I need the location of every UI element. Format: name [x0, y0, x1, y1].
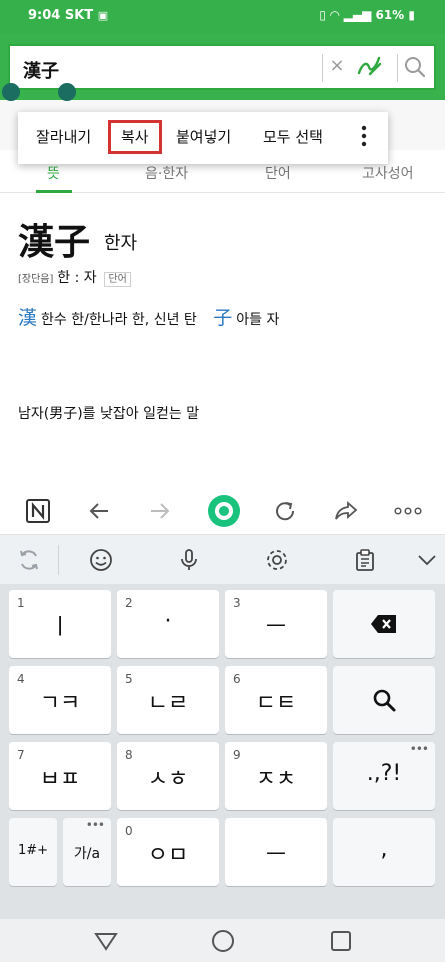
char2-hanja[interactable]: 子 [213, 307, 232, 329]
word-type-tag: 단어 [104, 272, 131, 287]
key-1[interactable]: 1 ㅣ [9, 590, 111, 658]
clear-icon[interactable]: × [327, 56, 347, 76]
divider [58, 545, 59, 575]
headword: 漢子 [18, 222, 91, 263]
punctuation-key[interactable]: ••• .,?! [333, 742, 435, 810]
recent-apps-icon[interactable] [327, 927, 355, 955]
divider [397, 54, 398, 82]
search-icon[interactable] [403, 55, 427, 79]
menu-item-select-all[interactable]: 모두 선택 [263, 126, 323, 147]
character-breakdown: 漢 한수 한/한나라 한, 신년 탄 子 아들 자 [18, 303, 279, 330]
search-input[interactable]: 漢子 × [8, 44, 436, 90]
more-options-icon[interactable] [361, 125, 367, 147]
back-arrow-icon[interactable] [86, 498, 112, 524]
green-dot-icon[interactable] [206, 493, 242, 529]
home-circle-icon[interactable] [209, 927, 237, 955]
settings-gear-icon[interactable] [264, 547, 290, 573]
status-time: 9:04 SKT ▣ [28, 8, 109, 23]
comma-key[interactable]: , [333, 818, 435, 886]
backspace-key[interactable] [333, 590, 435, 658]
search-text[interactable]: 漢子 [23, 57, 59, 83]
key-5[interactable]: 5 ㄴㄹ [117, 666, 219, 734]
headword-reading: 한자 [104, 233, 138, 254]
key-7[interactable]: 7 ㅂㅍ [9, 742, 111, 810]
space-key[interactable]: ㅡ [225, 818, 327, 886]
menu-item-paste[interactable]: 붙여넣기 [176, 126, 231, 147]
emoji-icon[interactable] [88, 547, 114, 573]
tab-idioms[interactable]: 고사성어 [362, 163, 414, 183]
clipboard-icon[interactable] [352, 547, 378, 573]
search-key[interactable] [333, 666, 435, 734]
tab-meaning[interactable]: 뜻 [47, 163, 60, 183]
key-9[interactable]: 9 ㅈㅊ [225, 742, 327, 810]
pronunciation-row: [장단음] 한 : 자 단어 [18, 267, 135, 287]
menu-item-cut[interactable]: 잘라내기 [36, 126, 91, 147]
system-nav-bar [0, 919, 445, 962]
chevron-down-icon[interactable] [414, 547, 440, 573]
search-icon [373, 689, 396, 712]
selection-handle-right[interactable] [58, 83, 76, 101]
keyboard-toolbar [0, 534, 445, 585]
dictionary-entry: 漢子 한자 [장단음] 한 : 자 단어 漢 한수 한/한나라 한, 신년 탄 子… [0, 193, 445, 493]
language-toggle-key[interactable]: ••• 가/a [63, 818, 111, 886]
vibrate-icon: ▯ [319, 8, 326, 22]
definition-text: 남자(男子)를 낮잡아 일컫는 말 [18, 406, 200, 422]
refresh-icon[interactable] [272, 498, 298, 524]
keyboard: 1 ㅣ 2 · 3 ㅡ 4 ㄱㅋ 5 ㄴㄹ 6 ㄷㅌ 7 ㅂㅍ 8 ㅅㅎ 9 ㅈ… [0, 584, 445, 919]
text-context-menu: 잘라내기 복사 붙여넣기 모두 선택 [18, 112, 388, 164]
browser-nav-bar [0, 488, 445, 534]
selection-handle-left[interactable] [2, 83, 20, 101]
key-6[interactable]: 6 ㄷㅌ [225, 666, 327, 734]
char1-hanja[interactable]: 漢 [18, 307, 37, 329]
share-icon[interactable] [333, 498, 359, 524]
key-0[interactable]: 0 ㅇㅁ [117, 818, 219, 886]
char1-meaning: 한수 한/한나라 한, 신년 탄 [41, 312, 197, 328]
more-dots-icon[interactable] [393, 498, 423, 524]
handwriting-icon[interactable] [355, 52, 383, 80]
search-bar: 漢子 × [0, 34, 445, 101]
status-right: ▯ ◠ ▂▄▆ 61% ▮ [319, 8, 415, 22]
copy-highlight-box [108, 120, 162, 154]
wifi-icon: ◠ [330, 8, 340, 22]
divider [322, 54, 323, 82]
char2-meaning: 아들 자 [236, 312, 280, 328]
key-2[interactable]: 2 · [117, 590, 219, 658]
battery-percent: 61% [375, 8, 405, 22]
more-dots-icon: ••• [85, 818, 105, 832]
syllables: 한 : 자 [57, 270, 97, 286]
symbol-key[interactable]: 1#+ [9, 818, 57, 886]
more-dots-icon: ••• [409, 742, 429, 756]
length-tag: [장단음] [18, 274, 54, 285]
signal-icon: ▂▄▆ [343, 8, 372, 22]
image-notification-icon: ▣ [97, 9, 109, 22]
microphone-icon[interactable] [176, 547, 202, 573]
key-8[interactable]: 8 ㅅㅎ [117, 742, 219, 810]
status-bar: 9:04 SKT ▣ ▯ ◠ ▂▄▆ 61% ▮ [0, 0, 445, 34]
backspace-icon [371, 615, 396, 633]
forward-arrow-icon[interactable] [147, 498, 173, 524]
tab-words[interactable]: 단어 [265, 163, 291, 183]
back-triangle-icon[interactable] [92, 927, 120, 955]
tab-sound-hanja[interactable]: 음·한자 [145, 163, 188, 183]
naver-icon[interactable] [25, 498, 51, 524]
battery-icon: ▮ [408, 8, 415, 22]
key-4[interactable]: 4 ㄱㅋ [9, 666, 111, 734]
key-3[interactable]: 3 ㅡ [225, 590, 327, 658]
translate-icon[interactable] [16, 547, 42, 573]
